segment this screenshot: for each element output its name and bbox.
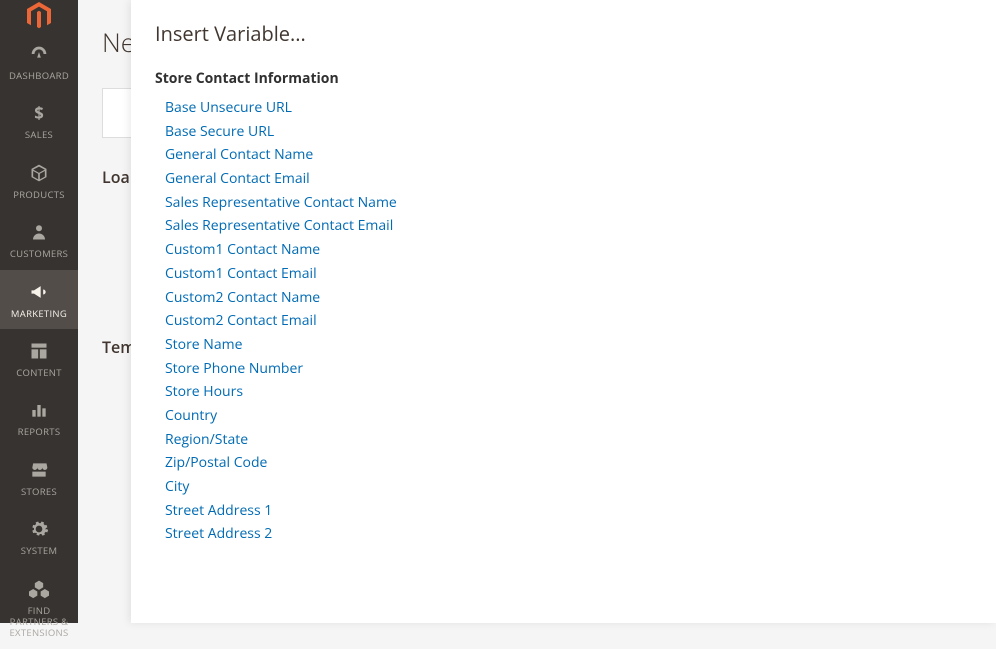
nav-label: STORES <box>21 486 57 497</box>
variable-link[interactable]: General Contact Name <box>165 143 972 167</box>
nav-marketing[interactable]: MARKETING <box>0 270 78 329</box>
nav-label: DASHBOARD <box>9 70 69 81</box>
nav-label: REPORTS <box>18 426 61 437</box>
variable-link[interactable]: Custom2 Contact Name <box>165 286 972 310</box>
admin-sidebar: DASHBOARD $ SALES PRODUCTS CUSTOMERS MAR… <box>0 0 78 623</box>
dollar-icon: $ <box>29 101 49 125</box>
variable-link[interactable]: Custom1 Contact Email <box>165 262 972 286</box>
nav-dashboard[interactable]: DASHBOARD <box>0 32 78 91</box>
variable-link[interactable]: Country <box>165 404 972 428</box>
gear-icon <box>29 517 49 541</box>
variable-link[interactable]: Street Address 2 <box>165 522 972 546</box>
layout-icon <box>29 339 49 363</box>
nav-products[interactable]: PRODUCTS <box>0 151 78 210</box>
nav-label: FIND PARTNERS & EXTENSIONS <box>2 605 76 639</box>
variable-link[interactable]: Store Name <box>165 333 972 357</box>
variable-link[interactable]: Store Hours <box>165 380 972 404</box>
nav-system[interactable]: SYSTEM <box>0 507 78 566</box>
megaphone-icon <box>28 280 50 304</box>
magento-logo[interactable] <box>0 0 78 32</box>
variable-link[interactable]: Zip/Postal Code <box>165 451 972 475</box>
variable-link[interactable]: General Contact Email <box>165 167 972 191</box>
variable-link[interactable]: Custom2 Contact Email <box>165 309 972 333</box>
nav-label: MARKETING <box>11 308 67 319</box>
variable-link[interactable]: Street Address 1 <box>165 499 972 523</box>
storefront-icon <box>28 458 50 482</box>
variable-link[interactable]: Custom1 Contact Name <box>165 238 972 262</box>
nav-customers[interactable]: CUSTOMERS <box>0 210 78 269</box>
variable-group-title: Store Contact Information <box>155 69 972 88</box>
dashboard-icon <box>28 42 50 66</box>
magento-logo-icon <box>23 0 55 32</box>
variable-link[interactable]: Base Secure URL <box>165 120 972 144</box>
variable-link[interactable]: Region/State <box>165 428 972 452</box>
bar-chart-icon <box>29 398 49 422</box>
variable-link[interactable]: Sales Representative Contact Email <box>165 214 972 238</box>
nav-reports[interactable]: REPORTS <box>0 388 78 447</box>
insert-variable-modal: Insert Variable... Store Contact Informa… <box>131 0 996 623</box>
nav-label: SALES <box>25 129 53 140</box>
person-icon <box>30 220 48 244</box>
cube-icon <box>29 161 49 185</box>
boxes-icon <box>28 577 50 601</box>
nav-label: SYSTEM <box>21 545 58 556</box>
modal-title: Insert Variable... <box>155 20 972 47</box>
nav-sales[interactable]: $ SALES <box>0 91 78 150</box>
variable-list: Base Unsecure URL Base Secure URL Genera… <box>155 96 972 546</box>
nav-stores[interactable]: STORES <box>0 448 78 507</box>
nav-partners[interactable]: FIND PARTNERS & EXTENSIONS <box>0 567 78 649</box>
variable-link[interactable]: City <box>165 475 972 499</box>
variable-link[interactable]: Base Unsecure URL <box>165 96 972 120</box>
variable-link[interactable]: Sales Representative Contact Name <box>165 191 972 215</box>
nav-label: PRODUCTS <box>13 189 65 200</box>
nav-label: CUSTOMERS <box>10 248 68 259</box>
svg-text:$: $ <box>34 103 44 123</box>
nav-label: CONTENT <box>16 367 62 378</box>
nav-content[interactable]: CONTENT <box>0 329 78 388</box>
variable-link[interactable]: Store Phone Number <box>165 357 972 381</box>
